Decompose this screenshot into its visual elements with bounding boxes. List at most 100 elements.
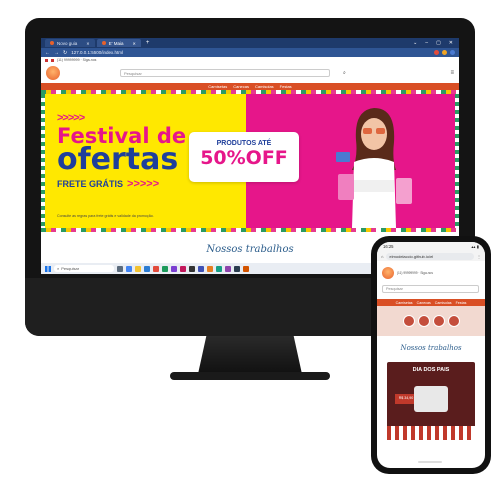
app-icon[interactable] [180, 265, 186, 272]
minimize-icon[interactable]: – [425, 40, 428, 46]
close-icon[interactable]: ✕ [449, 40, 453, 46]
maximize-icon[interactable]: ▢ [436, 40, 441, 46]
search-placeholder: Pesquisar [124, 70, 142, 76]
product-card[interactable]: DIA DOS PAIS R$ 34,90 [387, 362, 475, 440]
hero-banner[interactable]: >>>>> Festival de ofertas FRETE GRÁTIS >… [41, 94, 459, 228]
site-logo[interactable] [382, 267, 394, 279]
search-icon[interactable]: ⌕ [343, 70, 346, 76]
tab-favicon-icon [101, 41, 106, 45]
instagram-icon[interactable] [51, 58, 54, 62]
contact-text: (11) 99999999 · Siga-nos [57, 58, 97, 62]
taskview-icon[interactable] [117, 265, 123, 272]
close-icon[interactable]: ✕ [86, 41, 89, 46]
windows-start-icon[interactable] [45, 265, 51, 272]
phone-time: 16:25 [383, 244, 394, 249]
phone-banner[interactable] [377, 306, 485, 336]
menu-icon[interactable]: ≡ [450, 70, 454, 76]
extensions [434, 50, 455, 55]
app-icon[interactable] [243, 265, 249, 272]
app-icon[interactable] [153, 265, 159, 272]
profile-icon[interactable] [450, 50, 455, 55]
extension-icon[interactable] [434, 50, 439, 55]
tab-label: E' Maia [108, 40, 124, 46]
banner-photo [447, 315, 460, 327]
phone-nav: Camisetas Canecas Camisolas Festas [377, 299, 485, 306]
address-bar: ← → ↻ 127.0.0.1:5500/index.html [41, 48, 459, 57]
promo-discount: 50%OFF [200, 147, 288, 169]
forward-icon[interactable]: → [54, 50, 59, 56]
site-nav: Camisetas Canecas Camisolas Festas [41, 83, 459, 90]
app-icon[interactable] [171, 265, 177, 272]
app-icon[interactable] [162, 265, 168, 272]
decorative-stripe [41, 228, 459, 232]
promo-top: PRODUTOS ATÉ [216, 140, 272, 147]
card-title: DIA DOS PAIS [412, 367, 450, 373]
nav-item-festas[interactable]: Festas [456, 301, 467, 305]
banner-photo [417, 315, 430, 327]
nav-item-canecas[interactable]: Canecas [417, 301, 431, 305]
promo-card: PRODUTOS ATÉ 50%OFF [189, 132, 299, 182]
nav-item-camisolas[interactable]: Camisolas [255, 84, 274, 89]
search-icon: ⌕ [57, 266, 60, 271]
phone-url-field[interactable]: elmodelaccio.github.io/el [386, 252, 474, 260]
site-logo[interactable] [46, 66, 60, 80]
more-icon[interactable]: ⋮ [477, 254, 481, 259]
scene: Novo guia ✕ E' Maia ✕ + ⌄ – ▢ ✕ ← → ↻ 12… [0, 0, 500, 500]
taskbar-search-placeholder: Pesquisar [61, 266, 80, 271]
taskbar-search[interactable]: ⌕ Pesquisar [54, 265, 114, 272]
reload-icon[interactable]: ↻ [63, 50, 67, 56]
nav-item-camisetas[interactable]: Camisetas [396, 301, 413, 305]
search-input[interactable]: Pesquisar [120, 69, 330, 77]
phone-url-text: elmodelaccio.github.io/el [389, 253, 434, 259]
app-icon[interactable] [198, 265, 204, 272]
browser-tabbar: Novo guia ✕ E' Maia ✕ + ⌄ – ▢ ✕ [41, 38, 459, 48]
edge-icon[interactable] [144, 265, 150, 272]
window-controls: ⌄ – ▢ ✕ [413, 40, 459, 46]
file-explorer-icon[interactable] [135, 265, 141, 272]
phone-screen: 16:25 ▴▴ ▮ ⌂ elmodelaccio.github.io/el ⋮… [377, 242, 485, 468]
app-icon[interactable] [225, 265, 231, 272]
app-icon[interactable] [189, 265, 195, 272]
site-header: Pesquisar ⌕ ≡ [41, 63, 459, 83]
free-shipping-text: FRETE GRÁTIS [57, 179, 124, 189]
banner-note: Consulte as regras para frete grátis e v… [57, 214, 154, 218]
close-icon[interactable]: ✕ [133, 41, 136, 46]
tab-label: Novo guia [57, 40, 78, 46]
search-placeholder: Pesquisar [386, 287, 403, 291]
chevron-arrows: >>>>> [127, 178, 160, 190]
app-icon[interactable] [234, 265, 240, 272]
url-field[interactable]: 127.0.0.1:5500/index.html [71, 50, 123, 55]
monitor-stand [198, 336, 302, 374]
new-tab-button[interactable]: + [143, 40, 153, 46]
browser-tab[interactable]: Novo guia ✕ [45, 39, 95, 47]
section-title: Nossos trabalhos [400, 344, 462, 352]
signal-icon: ▴▴ ▮ [471, 244, 479, 249]
extension-icon[interactable] [442, 50, 447, 55]
banner-photo [432, 315, 445, 327]
banner-photo [402, 315, 415, 327]
facebook-icon[interactable] [45, 58, 48, 62]
chevron-down-icon[interactable]: ⌄ [413, 40, 417, 46]
tablecloth-decoration [387, 426, 475, 440]
home-icon[interactable]: ⌂ [381, 254, 383, 259]
decorative-stripe [455, 94, 459, 228]
chevron-arrows: >>>>> [57, 112, 85, 124]
search-input[interactable]: Pesquisar [382, 285, 479, 293]
phone-status-bar: 16:25 ▴▴ ▮ [377, 242, 485, 251]
app-icon[interactable] [207, 265, 213, 272]
app-icon[interactable] [216, 265, 222, 272]
monitor-base [170, 372, 330, 380]
nav-item-canecas[interactable]: Canecas [233, 84, 249, 89]
contact-text: (11) 99999999 · Siga-nos [397, 271, 433, 275]
phone-site-header: (11) 99999999 · Siga-nos Pesquisar [377, 261, 485, 299]
decorative-stripe [41, 94, 45, 228]
chrome-icon[interactable] [126, 265, 132, 272]
mug-image [414, 386, 448, 412]
model-photo [336, 108, 412, 228]
nav-item-camisetas[interactable]: Camisetas [208, 84, 227, 89]
phone-url-bar: ⌂ elmodelaccio.github.io/el ⋮ [377, 251, 485, 261]
browser-tab-active[interactable]: E' Maia ✕ [96, 39, 141, 47]
back-icon[interactable]: ← [45, 50, 50, 56]
nav-item-camisolas[interactable]: Camisolas [435, 301, 452, 305]
nav-item-festas[interactable]: Festas [280, 84, 292, 89]
